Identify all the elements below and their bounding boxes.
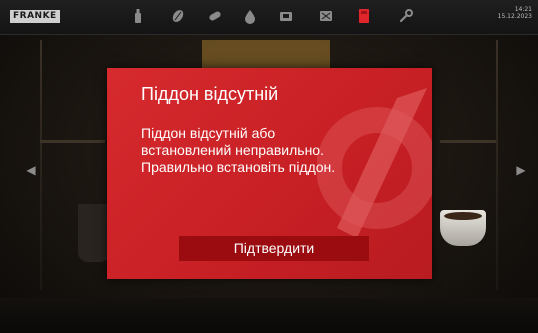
dialog-message-line: встановлений неправильно. <box>141 142 324 158</box>
background-cup-left <box>78 204 110 262</box>
water-drop-icon[interactable] <box>242 8 258 24</box>
dialog-message: Піддон відсутній або встановлений неправ… <box>141 125 421 176</box>
background-rail-left <box>40 40 42 290</box>
clock: 14:21 15.12.2023 <box>498 6 532 20</box>
milk-container-icon[interactable] <box>318 8 334 24</box>
background-shelf-right <box>440 140 496 143</box>
toolbar-icons <box>110 6 430 28</box>
brew-unit-icon[interactable] <box>278 8 294 24</box>
wrench-icon[interactable] <box>398 8 414 24</box>
bottle-icon[interactable] <box>130 8 146 24</box>
cleaning-tablet-icon[interactable] <box>207 8 223 24</box>
brand-logo: FRANKE <box>10 10 60 23</box>
background-shelf-left <box>40 140 105 143</box>
background-cup-coffee <box>444 212 482 220</box>
background-rail-right <box>496 40 498 290</box>
confirm-button[interactable]: Підтвердити <box>179 236 369 261</box>
dialog-message-line: Правильно встановіть піддон. <box>141 159 336 175</box>
nav-next-arrow-icon[interactable]: ▶ <box>512 150 530 190</box>
dialog-message-line: Піддон відсутній або <box>141 125 276 141</box>
drip-tray-icon[interactable] <box>356 8 372 24</box>
machine-screen: ◀ ▶ FRANKE 14:21 15.12.2023 Піддон відсу… <box>0 0 538 333</box>
nav-prev-arrow-icon[interactable]: ◀ <box>22 150 40 190</box>
drip-tray-missing-dialog: Піддон відсутній Піддон відсутній або вс… <box>107 68 432 279</box>
dialog-title: Піддон відсутній <box>141 84 279 104</box>
clock-time: 14:21 <box>514 6 532 13</box>
top-status-bar: FRANKE 14:21 15.12.2023 <box>0 0 538 35</box>
bean-icon[interactable] <box>170 8 186 24</box>
clock-date: 15.12.2023 <box>497 13 532 20</box>
background-floor <box>0 298 538 333</box>
